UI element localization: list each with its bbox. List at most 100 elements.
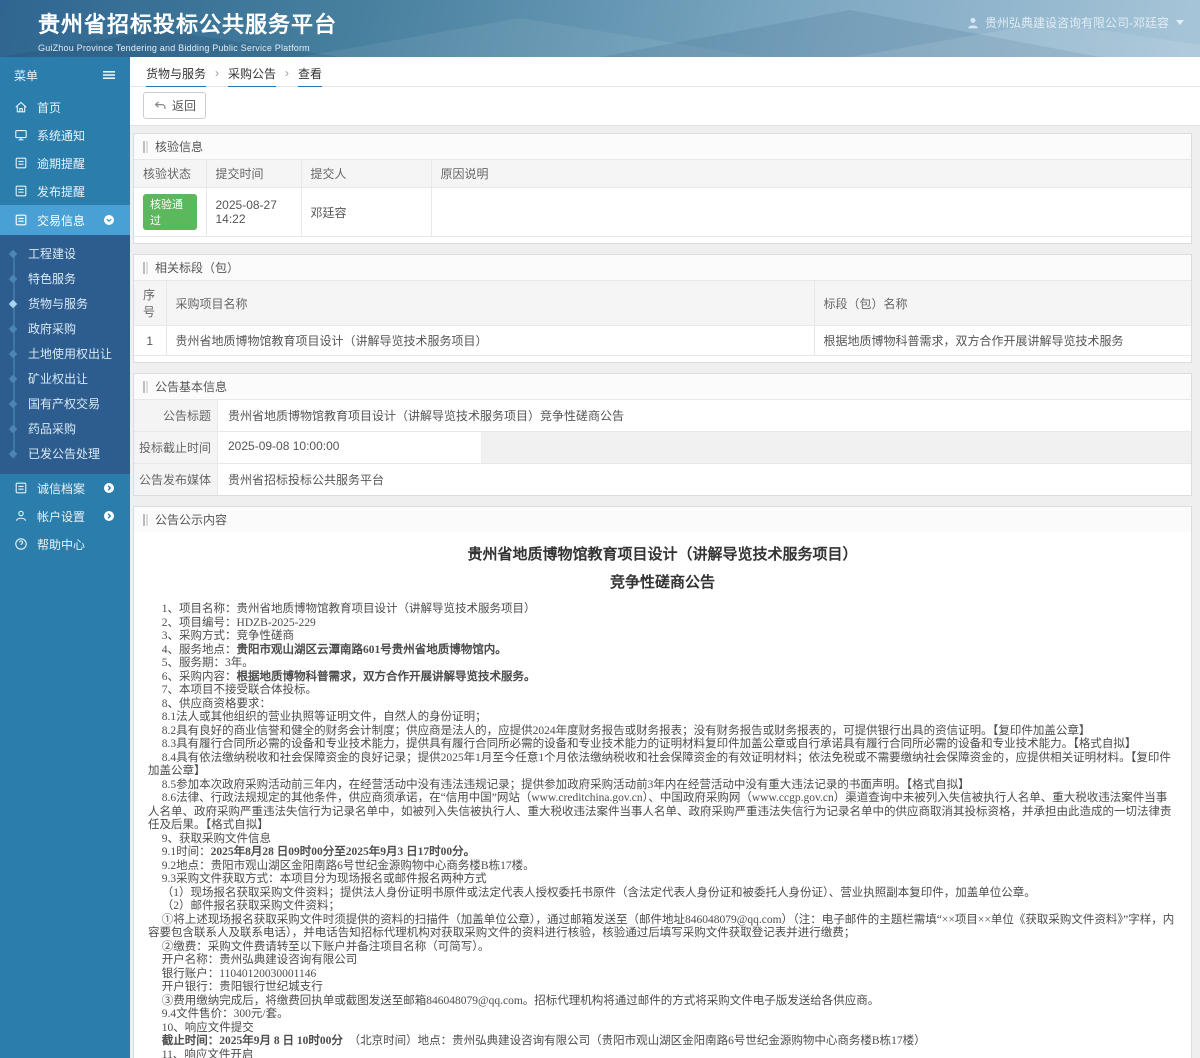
sidebar-item-label: 逾期提醒 bbox=[37, 156, 86, 171]
breadcrumb-separator: › bbox=[215, 66, 220, 80]
doc-paragraph: 6、采购内容：根据地质博物科普需求，双方合作开展讲解导览技术服务。 bbox=[161, 670, 536, 683]
table-row: 1 贵州省地质博物馆教育项目设计（讲解导览技术服务项目） 根据地质博物科普需求，… bbox=[134, 325, 1191, 356]
app-window: 贵州省招标投标公共服务平台 GuiZhou Province Tendering… bbox=[0, 0, 1200, 1058]
submit-time-cell: 2025-08-27 14:22 bbox=[205, 187, 302, 237]
project-name-cell: 贵州省地质博物馆教育项目设计（讲解导览技术服务项目） bbox=[165, 325, 815, 356]
document-title: 贵州省地质博物馆教育项目设计（讲解导览技术服务项目） bbox=[467, 547, 858, 563]
doc-paragraph: ①将上述现场报名获取采购文件时须提供的资料的扫描件（加盖单位公章），通过邮箱发送… bbox=[148, 913, 1175, 940]
diamond-bullet-icon bbox=[8, 449, 18, 459]
doc-paragraph: 8.2具有良好的商业信誉和健全的财务会计制度；供应商是法人的，应提供2024年度… bbox=[161, 724, 1091, 737]
doc-paragraph: 8.6法律、行政法规规定的其他条件，供应商须承诺，在“信用中国”网站（www.c… bbox=[148, 792, 1172, 831]
toolbar: 返回 bbox=[130, 87, 1200, 126]
chevron-down-icon bbox=[1176, 20, 1184, 25]
section-title-text: 公告公示内容 bbox=[155, 513, 228, 527]
submenu-item-label: 政府采购 bbox=[28, 322, 77, 336]
sidebar-item-label: 交易信息 bbox=[37, 213, 86, 228]
sidebar-item-publish-reminder[interactable]: 发布提醒 bbox=[0, 177, 130, 205]
info-row: 公告标题 贵州省地质博物馆教育项目设计（讲解导览技术服务项目）竞争性磋商公告 bbox=[134, 399, 1191, 431]
sidebar-item-notifications[interactable]: 系统通知 bbox=[0, 121, 130, 149]
column-header: 提交人 bbox=[300, 159, 432, 188]
package-name-cell: 根据地质博物科普需求，双方合作开展讲解导览技术服务 bbox=[813, 325, 1191, 356]
doc-paragraph: 开户名称：贵州弘典建设咨询有限公司 bbox=[161, 954, 358, 966]
submenu-item-engineering[interactable]: 工程建设 bbox=[0, 242, 130, 267]
sidebar-item-overdue-reminder[interactable]: 逾期提醒 bbox=[0, 149, 130, 177]
sidebar-item-transaction-info[interactable]: 交易信息 bbox=[0, 205, 130, 235]
breadcrumb-item-view[interactable]: 查看 bbox=[298, 65, 323, 89]
sidebar-item-help-center[interactable]: 帮助中心 bbox=[0, 530, 130, 558]
column-header: 原因说明 bbox=[430, 159, 1191, 188]
document-subtitle: 竞争性磋商公告 bbox=[609, 575, 715, 591]
submenu-item-label: 药品采购 bbox=[28, 422, 77, 436]
section-marker-icon bbox=[143, 140, 148, 153]
submenu-item-drug-procurement[interactable]: 药品采购 bbox=[0, 417, 130, 442]
user-menu[interactable]: 贵州弘典建设咨询有限公司-邓廷容 bbox=[966, 14, 1184, 31]
diamond-bullet-icon bbox=[8, 349, 18, 359]
doc-paragraph: ③费用缴纳完成后，将缴费回执单或截图发送至邮箱846048079@qq.com。… bbox=[161, 994, 880, 1007]
doc-paragraph: 9.3采购文件获取方式：本项目分为现场报名或邮件报名两种方式 bbox=[161, 873, 487, 885]
hamburger-icon[interactable] bbox=[102, 68, 116, 82]
doc-paragraph: 3、采购方式：竞争性磋商 bbox=[161, 630, 295, 642]
column-header: 核验状态 bbox=[134, 159, 207, 188]
submenu-item-land-use[interactable]: 土地使用权出让 bbox=[0, 342, 130, 367]
notice-content-section: 公告公示内容 贵州省地质博物馆教育项目设计（讲解导览技术服务项目） 竞争性磋商公… bbox=[133, 506, 1192, 1058]
doc-paragraph: （2）邮件报名获取采购文件资料； bbox=[161, 900, 341, 912]
diamond-bullet-icon bbox=[8, 274, 18, 284]
publish-media-value: 贵州省招标投标公共服务平台 bbox=[218, 464, 1191, 495]
doc-paragraph: 7、本项目不接受联合体投标。 bbox=[161, 684, 318, 696]
top-header: 贵州省招标投标公共服务平台 GuiZhou Province Tendering… bbox=[0, 0, 1200, 57]
verification-table: 核验状态 提交时间 提交人 原因说明 核验通过 2025-08-27 14:22… bbox=[134, 159, 1191, 237]
submenu-item-government-procurement[interactable]: 政府采购 bbox=[0, 317, 130, 342]
platform-title: 贵州省招标投标公共服务平台 bbox=[38, 12, 338, 37]
sidebar-item-label: 系统通知 bbox=[37, 128, 86, 143]
transaction-submenu: 工程建设 特色服务 货物与服务 政府采购 土地使用权出让 矿业权出让 国有产权交… bbox=[0, 235, 130, 474]
sidebar-item-credit-archive[interactable]: 诚信档案 bbox=[0, 474, 130, 502]
column-header: 序号 bbox=[134, 280, 167, 326]
submenu-item-label: 矿业权出让 bbox=[28, 372, 89, 386]
notice-title-value: 贵州省地质博物馆教育项目设计（讲解导览技术服务项目）竞争性磋商公告 bbox=[218, 400, 1191, 431]
breadcrumb-item-goods-services[interactable]: 货物与服务 bbox=[146, 65, 207, 89]
submenu-item-label: 土地使用权出让 bbox=[28, 347, 113, 361]
column-header: 标段（包）名称 bbox=[813, 280, 1191, 326]
submenu-item-label: 已发公告处理 bbox=[28, 447, 101, 461]
related-packages-section: 相关标段（包） 序号 采购项目名称 标段（包）名称 1 贵州省地质博物馆教育项目… bbox=[133, 254, 1192, 363]
menu-label: 菜单 bbox=[14, 68, 39, 83]
chevron-down-circle-icon bbox=[104, 215, 114, 225]
sidebar-item-label: 首页 bbox=[37, 100, 62, 115]
table-row: 核验通过 2025-08-27 14:22 邓廷容 bbox=[134, 187, 1191, 237]
section-title: 公告基本信息 bbox=[134, 374, 1191, 399]
sidebar: 菜单 首页 系统通知 逾期提醒 发布提醒 交易信息 工程建设 特色服务 货物与服… bbox=[0, 57, 130, 1058]
breadcrumb-separator: › bbox=[285, 66, 290, 80]
sidebar-item-label: 帮助中心 bbox=[37, 537, 86, 552]
row-number-cell: 1 bbox=[134, 325, 167, 356]
doc-paragraph: 2、项目编号：HDZB-2025-229 bbox=[161, 616, 316, 629]
doc-paragraph: 9.4文件售价：300元/套。 bbox=[161, 1008, 289, 1020]
submenu-item-special-services[interactable]: 特色服务 bbox=[0, 267, 130, 292]
submenu-item-goods-services[interactable]: 货物与服务 bbox=[0, 292, 130, 317]
document-icon bbox=[15, 482, 27, 494]
chevron-right-circle-icon bbox=[104, 483, 114, 493]
submenu-item-mining-rights[interactable]: 矿业权出让 bbox=[0, 367, 130, 392]
sidebar-item-account-settings[interactable]: 帐户设置 bbox=[0, 502, 130, 530]
section-title: 相关标段（包） bbox=[134, 255, 1191, 280]
column-header: 提交时间 bbox=[205, 159, 302, 188]
section-title: 核验信息 bbox=[134, 134, 1191, 159]
back-arrow-icon bbox=[154, 101, 166, 109]
submenu-item-published-notices[interactable]: 已发公告处理 bbox=[0, 442, 130, 467]
basic-info-section: 公告基本信息 公告标题 贵州省地质博物馆教育项目设计（讲解导览技术服务项目）竞争… bbox=[133, 373, 1192, 496]
user-name: 贵州弘典建设咨询有限公司-邓廷容 bbox=[985, 16, 1169, 30]
sidebar-item-label: 诚信档案 bbox=[37, 481, 86, 496]
doc-paragraph: 截止时间：2025年9月 8 日 10时00分 （北京时间）地点：贵州弘典建设咨… bbox=[161, 1035, 926, 1047]
diamond-bullet-icon bbox=[8, 424, 18, 434]
doc-paragraph: 8.4具有依法缴纳税收和社会保障资金的良好记录；提供2025年1月至今任意1个月… bbox=[148, 751, 1171, 778]
chevron-right-circle-icon bbox=[104, 511, 114, 521]
deadline-value: 2025-09-08 10:00:00 bbox=[218, 432, 482, 463]
back-button[interactable]: 返回 bbox=[143, 92, 207, 119]
submenu-item-state-property[interactable]: 国有产权交易 bbox=[0, 392, 130, 417]
section-marker-icon bbox=[143, 261, 148, 274]
sidebar-item-home[interactable]: 首页 bbox=[0, 93, 130, 121]
user-icon bbox=[968, 17, 978, 28]
breadcrumb-item-procurement-notice[interactable]: 采购公告 bbox=[228, 65, 277, 89]
section-marker-icon bbox=[143, 513, 148, 526]
section-marker-icon bbox=[143, 380, 148, 393]
doc-paragraph: 1、项目名称：贵州省地质博物馆教育项目设计（讲解导览技术服务项目） bbox=[161, 603, 536, 615]
